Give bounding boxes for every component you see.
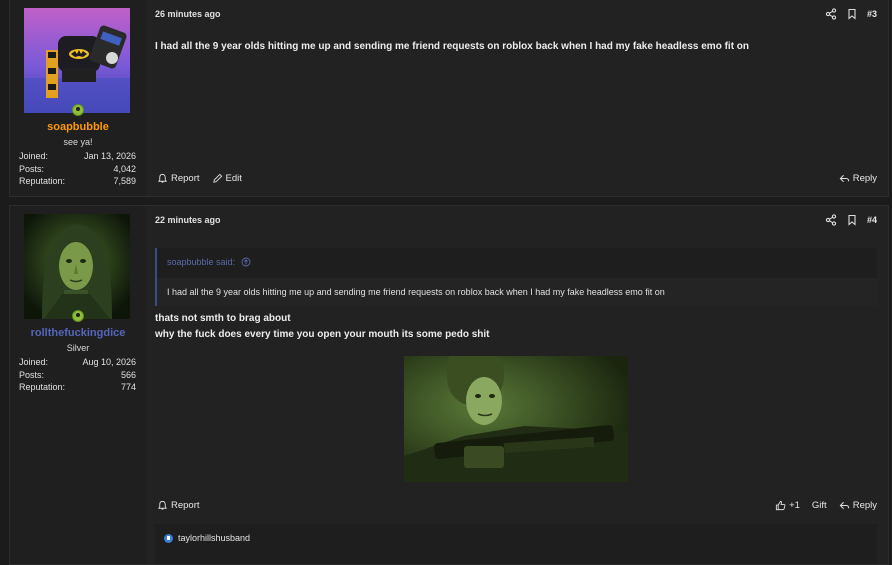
online-status-icon xyxy=(72,310,84,322)
post-actions-right: Reply xyxy=(839,173,877,184)
avatar[interactable] xyxy=(24,8,130,113)
online-status-icon xyxy=(72,104,84,116)
user-stats: Joined: Jan 13, 2026 Posts: 4,042 Reputa… xyxy=(19,151,136,189)
report-label: Report xyxy=(171,173,200,184)
post-body-line: thats not smth to brag about xyxy=(155,313,291,324)
reactions-bar: taylorhillshusband xyxy=(155,524,877,564)
reply-label: Reply xyxy=(852,500,877,511)
avatar[interactable] xyxy=(24,214,130,319)
user-info-column: rollthefuckingdice Silver Joined: Aug 10… xyxy=(10,206,146,564)
stat-reputation: Reputation: 7,589 xyxy=(19,176,136,189)
post-tools: #3 xyxy=(825,8,877,20)
like-badge-icon xyxy=(164,533,173,543)
stat-value: Jan 13, 2026 xyxy=(83,151,136,161)
post: rollthefuckingdice Silver Joined: Aug 10… xyxy=(9,205,889,565)
stat-label: Joined: xyxy=(19,151,49,161)
bell-icon xyxy=(157,500,168,510)
share-icon[interactable] xyxy=(825,214,837,226)
user-stats: Joined: Aug 10, 2026 Posts: 566 Reputati… xyxy=(19,357,136,395)
reply-button[interactable]: Reply xyxy=(839,173,877,184)
quote-author[interactable]: soapbubble said: xyxy=(167,257,235,267)
stat-joined: Joined: Aug 10, 2026 xyxy=(19,357,136,370)
user-title: Silver xyxy=(66,343,90,353)
post-number[interactable]: #3 xyxy=(867,9,877,19)
reaction-list[interactable]: taylorhillshusband xyxy=(164,533,250,543)
stat-joined: Joined: Jan 13, 2026 xyxy=(19,151,136,164)
post-tools: #4 xyxy=(825,214,877,226)
report-button[interactable]: Report xyxy=(157,500,200,511)
stat-value: 774 xyxy=(120,382,136,392)
stat-value: 7,589 xyxy=(113,176,136,186)
post-actions-left: Report Edit xyxy=(157,173,242,184)
stat-value: Aug 10, 2026 xyxy=(82,357,136,367)
stat-value: 4,042 xyxy=(113,163,136,174)
bookmark-icon[interactable] xyxy=(846,8,858,20)
quote-text: I had all the 9 year olds hitting me up … xyxy=(167,287,665,297)
username[interactable]: rollthefuckingdice xyxy=(10,327,146,339)
edit-label: Edit xyxy=(225,173,242,184)
stat-reputation: Reputation: 774 xyxy=(19,382,136,395)
arrow-up-circle-icon[interactable] xyxy=(241,257,251,267)
post: soapbubble see ya! Joined: Jan 13, 2026 … xyxy=(9,0,889,197)
reply-button[interactable]: Reply xyxy=(839,500,877,511)
post-body: I had all the 9 year olds hitting me up … xyxy=(155,41,750,52)
user-info-column: soapbubble see ya! Joined: Jan 13, 2026 … xyxy=(10,0,146,196)
stat-label: Posts: xyxy=(19,369,45,380)
stat-value: 566 xyxy=(120,369,136,380)
report-label: Report xyxy=(171,500,200,511)
post-number[interactable]: #4 xyxy=(867,215,877,225)
embedded-image[interactable] xyxy=(404,356,628,482)
post-actions-right: +1 Gift Reply xyxy=(775,500,877,511)
quote-block: soapbubble said: I had all the 9 year ol… xyxy=(155,248,877,306)
like-button[interactable]: +1 xyxy=(775,500,800,511)
post-actions-left: Report xyxy=(157,500,200,511)
post-timestamp[interactable]: 26 minutes ago xyxy=(155,9,221,19)
post-content: 26 minutes ago #3 I had all the 9 year o… xyxy=(146,0,888,196)
thumbs-up-icon xyxy=(775,500,786,511)
reaction-username[interactable]: taylorhillshusband xyxy=(178,533,250,543)
username[interactable]: soapbubble xyxy=(10,121,146,133)
like-count: +1 xyxy=(789,500,800,511)
edit-button[interactable]: Edit xyxy=(212,173,242,184)
bell-icon xyxy=(157,173,168,183)
post-timestamp[interactable]: 22 minutes ago xyxy=(155,215,221,225)
stat-label: Joined: xyxy=(19,357,49,367)
stat-label: Posts: xyxy=(19,163,45,174)
pencil-icon xyxy=(212,173,222,183)
report-button[interactable]: Report xyxy=(157,173,200,184)
reply-label: Reply xyxy=(852,173,877,184)
post-content: 22 minutes ago #4 soapbubble said: I had… xyxy=(146,206,888,564)
stat-posts: Posts: 566 xyxy=(19,370,136,383)
reply-arrow-icon xyxy=(839,501,849,510)
share-icon[interactable] xyxy=(825,8,837,20)
reply-arrow-icon xyxy=(839,174,849,183)
quote-header[interactable]: soapbubble said: xyxy=(167,257,251,267)
stat-label: Reputation: xyxy=(19,176,66,186)
post-body-line: why the fuck does every time you open yo… xyxy=(155,329,490,340)
quote-body: I had all the 9 year olds hitting me up … xyxy=(157,278,877,306)
bookmark-icon[interactable] xyxy=(846,214,858,226)
gift-button[interactable]: Gift xyxy=(812,500,827,511)
stat-label: Reputation: xyxy=(19,382,66,392)
user-title: see ya! xyxy=(63,137,93,147)
stat-posts: Posts: 4,042 xyxy=(19,164,136,177)
